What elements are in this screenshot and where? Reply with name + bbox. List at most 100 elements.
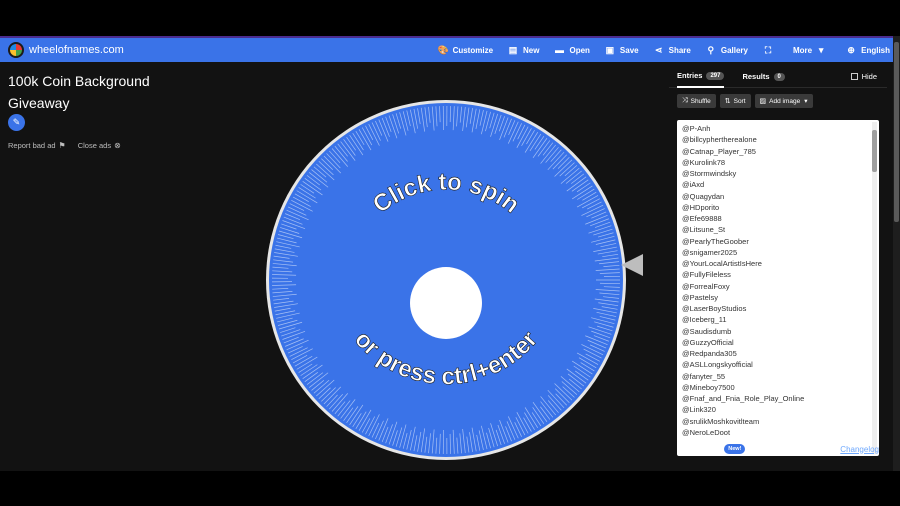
entry-item: @Redpanda305 bbox=[682, 349, 737, 358]
report-ad-label: Report bad ad bbox=[8, 141, 56, 150]
entries-count-badge: 297 bbox=[706, 71, 725, 80]
entry-item: @srulikMoshkovitlteam bbox=[682, 416, 760, 426]
entry-item: @Saudisdumb bbox=[682, 326, 732, 336]
changelog-link[interactable]: Changelog bbox=[840, 445, 879, 454]
sort-button[interactable]: ⇅ Sort bbox=[719, 94, 751, 108]
entry-item: @Quagydan bbox=[682, 191, 725, 201]
new-badge: New! bbox=[724, 444, 746, 454]
search-icon: ⚲ bbox=[707, 44, 715, 55]
brand-logo[interactable]: wheelofnames.com bbox=[8, 42, 124, 58]
entry-item: @NeroLeDoot bbox=[682, 427, 731, 437]
bottom-letterbox bbox=[0, 471, 900, 506]
shuffle-button[interactable]: ⤨ Shuffle bbox=[677, 94, 716, 108]
nav-item-open[interactable]: ▬ Open bbox=[554, 45, 590, 55]
results-count-badge: 0 bbox=[773, 72, 785, 81]
add-image-button[interactable]: ▨ Add image ▾ bbox=[754, 94, 813, 108]
entry-item: @P-Anh bbox=[682, 124, 711, 133]
entry-item: @Kurolink78 bbox=[682, 157, 726, 167]
nav-item-label: New bbox=[523, 45, 540, 55]
tab-results[interactable]: Results 0 bbox=[742, 66, 785, 88]
pencil-icon: ✎ bbox=[12, 117, 21, 127]
sort-icon: ⇅ bbox=[724, 98, 731, 105]
entries-list: @P-Anh @billcyphertherealone @Catnap_Playe… bbox=[677, 120, 879, 438]
nav-item-customize[interactable]: 🎨 Customize bbox=[438, 45, 493, 56]
tab-results-label: Results bbox=[742, 72, 770, 81]
close-ads-label: Close ads bbox=[77, 141, 112, 150]
flag-icon: ⚑ bbox=[58, 141, 66, 150]
nav-item-share[interactable]: ⋖ Share bbox=[654, 45, 691, 56]
add-image-label: Add image bbox=[769, 97, 801, 105]
entries-textarea[interactable]: @P-Anh @billcyphertherealone @Catnap_Playe… bbox=[677, 120, 879, 456]
scrollbar-thumb[interactable] bbox=[872, 130, 877, 172]
entry-item: @snigamer2025 bbox=[682, 247, 738, 257]
entry-item: @Fnaf_and_Fnia_Role_Play_Online bbox=[682, 394, 805, 403]
entry-item: @PearlyTheGoober bbox=[682, 236, 749, 246]
page-scrollbar[interactable] bbox=[893, 36, 900, 471]
tab-entries[interactable]: Entries 297 bbox=[677, 66, 725, 88]
chevron-down-icon: ▾ bbox=[818, 44, 824, 55]
report-ad-link[interactable]: Report bad ad ⚑ bbox=[8, 141, 66, 150]
palette-icon: 🎨 bbox=[437, 44, 449, 55]
entry-item: @YourLocalArtistIsHere bbox=[682, 259, 762, 268]
wheel-graphic[interactable]: Click to spin or press ctrl+enter bbox=[262, 96, 630, 464]
entries-toolbar: ⤨ Shuffle ⇅ Sort ▨ Add image ▾ bbox=[677, 94, 817, 108]
hide-label: Hide bbox=[861, 72, 877, 81]
entry-item: @Iceberg_11 bbox=[682, 315, 727, 325]
nav-item-english[interactable]: ⊕ English bbox=[846, 45, 890, 56]
entry-item: @Link320 bbox=[682, 405, 716, 415]
close-ads-link[interactable]: Close ads ⊗ bbox=[78, 141, 121, 150]
entry-item: @Efe69888 bbox=[682, 214, 722, 223]
nav-item-save[interactable]: ▣ Save bbox=[605, 45, 639, 56]
side-panel: Entries 297 Results 0 Hide ⤨ Shuffle ⇅ Sor… bbox=[669, 66, 887, 466]
sort-label: Sort bbox=[733, 97, 746, 105]
edit-title-button[interactable]: ✎ bbox=[8, 114, 25, 131]
entry-item: @Catnap_Player_785 bbox=[682, 146, 756, 156]
hide-checkbox[interactable]: Hide bbox=[850, 72, 877, 81]
nav-item-label: Customize bbox=[452, 45, 494, 55]
entries-scrollbar[interactable] bbox=[872, 122, 877, 454]
share-icon: ⋖ bbox=[654, 44, 663, 55]
nav-item-label: Gallery bbox=[720, 45, 748, 55]
entry-item: @HDporito bbox=[682, 202, 720, 212]
brand-name: wheelofnames.com bbox=[29, 44, 124, 56]
entry-item: @fanyter_55 bbox=[682, 371, 726, 381]
nav-item-fullscreen[interactable]: ⛶ bbox=[763, 45, 778, 56]
nav-menu: 🎨 Customize ▤ New ▬ Open ▣ Save ⋖ Share ⚲ Gallery ⛶ M… bbox=[423, 45, 890, 56]
entry-item: @LaserBoyStudios bbox=[682, 304, 747, 313]
panel-footer: Version 364 New! Changelog bbox=[677, 444, 879, 454]
ad-controls: Report bad ad ⚑ Close ads ⊗ bbox=[8, 141, 133, 150]
wheel-center[interactable] bbox=[410, 267, 482, 339]
entry-item: @GuzzyOfficial bbox=[682, 337, 734, 347]
checkbox-icon bbox=[850, 73, 858, 80]
entry-item: @Litsune_St bbox=[682, 225, 726, 235]
version-label: Version 364 bbox=[677, 444, 720, 454]
nav-item-more[interactable]: More ▾ bbox=[793, 45, 831, 56]
wheel-pointer-icon bbox=[621, 254, 643, 276]
entry-item: @ASLLongskyofficial bbox=[682, 360, 753, 370]
nav-item-label: Open bbox=[569, 45, 590, 55]
tab-entries-label: Entries bbox=[677, 71, 703, 80]
wheel-logo-icon bbox=[8, 42, 24, 58]
nav-item-gallery[interactable]: ⚲ Gallery bbox=[706, 45, 748, 56]
page-scrollbar-thumb[interactable] bbox=[894, 42, 899, 222]
folder-icon: ▬ bbox=[554, 45, 564, 55]
entry-item: @billcyphertherealone bbox=[682, 135, 757, 145]
entry-item: @iAxd bbox=[682, 180, 705, 190]
entry-item: @Mineboy7500 bbox=[682, 382, 735, 392]
entry-item: @ForrealFoxy bbox=[682, 281, 730, 291]
shuffle-label: Shuffle bbox=[690, 97, 711, 105]
fullscreen-icon: ⛶ bbox=[764, 44, 772, 55]
nav-item-label: English bbox=[861, 45, 890, 55]
app-window: wheelofnames.com 🎨 Customize ▤ New ▬ Open ▣ Sav… bbox=[0, 36, 900, 471]
save-icon: ▣ bbox=[605, 44, 615, 55]
nav-item-new[interactable]: ▤ New bbox=[508, 45, 540, 56]
nav-item-label: Save bbox=[619, 45, 639, 55]
close-icon: ⊗ bbox=[114, 141, 121, 150]
chevron-down-icon: ▾ bbox=[804, 98, 808, 105]
top-nav: wheelofnames.com 🎨 Customize ▤ New ▬ Open ▣ Sav… bbox=[0, 36, 900, 62]
entry-item: @FullyFileless bbox=[682, 270, 731, 280]
wheel[interactable]: Click to spin or press ctrl+enter bbox=[262, 96, 630, 464]
entry-item: @Pastelsy bbox=[682, 292, 718, 302]
page-title: 100k Coin Background Giveaway bbox=[8, 73, 150, 111]
shuffle-icon: ⤨ bbox=[682, 97, 688, 104]
